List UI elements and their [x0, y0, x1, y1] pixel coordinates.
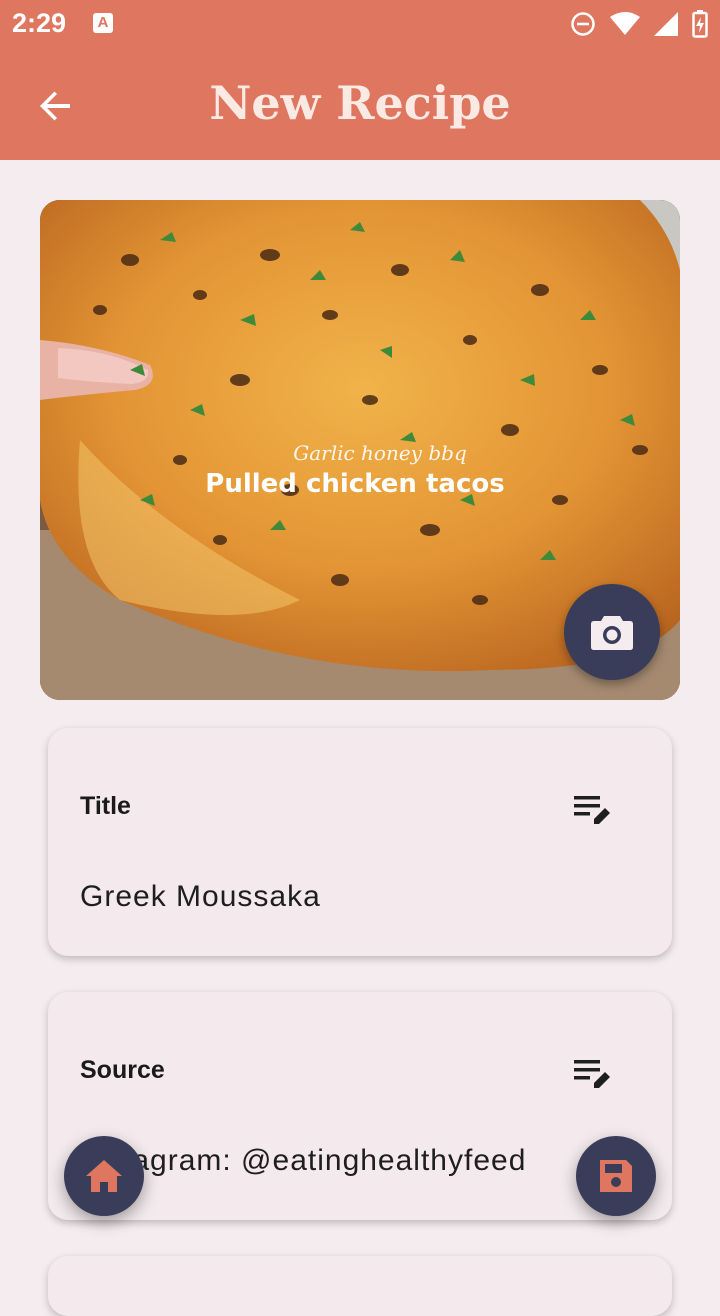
- signal-icon: [654, 12, 678, 36]
- do-not-disturb-icon: [571, 12, 595, 36]
- edit-note-icon[interactable]: [572, 1056, 612, 1092]
- status-bar: 2:29 A: [0, 0, 720, 50]
- status-time: 2:29: [12, 8, 67, 38]
- home-icon: [86, 1160, 122, 1192]
- title-field-card[interactable]: Title Greek Moussaka: [48, 728, 672, 956]
- a-icon-letter: A: [97, 14, 109, 31]
- camera-icon: [591, 616, 633, 650]
- edit-note-icon[interactable]: [572, 792, 612, 828]
- home-button[interactable]: [64, 1136, 144, 1216]
- image-overlay-caption: Garlic honey bbq: [293, 441, 467, 465]
- next-field-card[interactable]: [48, 1256, 672, 1316]
- save-icon: [600, 1160, 632, 1192]
- source-field-label: Source: [80, 1056, 165, 1084]
- battery-icon: [692, 10, 708, 38]
- save-button[interactable]: [576, 1136, 656, 1216]
- app-bar: New Recipe: [0, 50, 720, 160]
- title-field-label: Title: [80, 792, 131, 820]
- title-field-value[interactable]: Greek Moussaka: [80, 880, 321, 914]
- page-title: New Recipe: [209, 76, 511, 130]
- a-icon: A: [93, 13, 113, 33]
- image-overlay-title: Pulled chicken tacos: [205, 469, 504, 499]
- status-icons: [570, 10, 708, 38]
- wifi-icon: [610, 12, 640, 35]
- source-field-value[interactable]: Instagram: @eatinghealthyfeed: [80, 1144, 526, 1178]
- change-photo-button[interactable]: [564, 584, 660, 680]
